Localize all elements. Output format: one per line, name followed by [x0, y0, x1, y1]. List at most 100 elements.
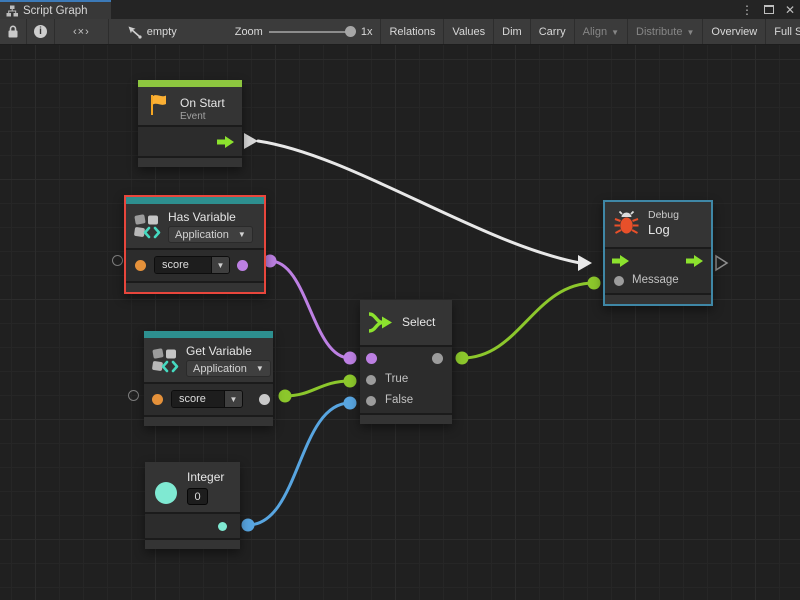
- flow-output-arrow-icon[interactable]: [686, 254, 704, 268]
- node-footer: [360, 415, 452, 424]
- wire-integer-to-select-false-endpoint-0[interactable]: [242, 519, 255, 532]
- node-title: Log: [648, 222, 670, 237]
- variable-scope-dropdown[interactable]: Application▼: [186, 360, 271, 377]
- values-button[interactable]: Values: [444, 19, 494, 44]
- node-footer: [138, 158, 242, 167]
- zoom-value: 1x: [361, 26, 373, 38]
- flag-icon: [149, 94, 169, 116]
- window-maximize-icon[interactable]: [764, 5, 774, 14]
- node-select[interactable]: Select True False: [360, 300, 452, 424]
- zoom-slider-handle[interactable]: [345, 26, 356, 37]
- chevron-down-icon: ▼: [611, 28, 619, 37]
- wire-getvariable-to-select-true-endpoint-1[interactable]: [344, 375, 357, 388]
- info-icon: i: [34, 25, 47, 38]
- chevron-down-icon: ▼: [224, 391, 242, 407]
- zoom-label: Zoom: [235, 26, 263, 38]
- node-has-variable[interactable]: Has Variable Application▼ score ▼: [124, 195, 266, 294]
- false-input-port[interactable]: [366, 396, 376, 406]
- pointer-icon: [127, 25, 142, 39]
- code-preview-button[interactable]: ‹×›: [55, 19, 109, 44]
- node-integer[interactable]: Integer 0: [145, 462, 240, 549]
- node-title: Integer: [187, 470, 224, 484]
- onstart-flow-output-port[interactable]: [244, 133, 258, 149]
- node-title: On Start: [180, 96, 225, 110]
- carry-button[interactable]: Carry: [531, 19, 575, 44]
- tab-title: Script Graph: [23, 5, 88, 17]
- overview-button[interactable]: Overview: [703, 19, 766, 44]
- debuglog-flow-output-port[interactable]: [716, 256, 727, 270]
- relations-button[interactable]: Relations: [381, 19, 444, 44]
- node-title: Select: [402, 315, 435, 329]
- node-title-namespace: Debug: [648, 209, 679, 221]
- false-port-label: False: [385, 394, 413, 406]
- chevron-down-icon: ▼: [256, 364, 264, 373]
- node-get-variable[interactable]: Get Variable Application▼ score ▼: [144, 331, 273, 426]
- variable-scope-dropdown[interactable]: Application▼: [168, 226, 253, 243]
- variables-icon: [134, 213, 161, 239]
- align-dropdown[interactable]: Align▼: [575, 19, 628, 44]
- wire-getvariable-to-select-true[interactable]: [285, 381, 350, 396]
- window-titlebar: Script Graph ⋮ ✕: [0, 0, 800, 19]
- dim-button[interactable]: Dim: [494, 19, 531, 44]
- flow-input-arrow-icon[interactable]: [612, 254, 630, 268]
- hasvariable-null-input-port[interactable]: [112, 255, 123, 266]
- tab-script-graph[interactable]: Script Graph: [0, 0, 111, 19]
- zoom-slider-track[interactable]: [269, 31, 355, 33]
- selection-mode-indicator[interactable]: empty: [119, 19, 185, 44]
- wire-select-to-debuglog-message-endpoint-0[interactable]: [456, 352, 469, 365]
- zoom-control: Zoom 1x: [227, 19, 381, 44]
- node-footer: [126, 283, 264, 292]
- integer-output-port[interactable]: [218, 522, 227, 531]
- graph-canvas[interactable]: On Start Event Has Variable Application▼: [0, 45, 800, 600]
- bug-icon: [614, 210, 639, 237]
- node-on-start[interactable]: On Start Event: [138, 80, 242, 167]
- boolean-output-port[interactable]: [237, 260, 248, 271]
- getvariable-null-input-port[interactable]: [128, 390, 139, 401]
- node-subtitle: Event: [180, 111, 206, 122]
- variables-icon: [152, 347, 179, 373]
- selection-output-port[interactable]: [432, 353, 443, 364]
- true-input-port[interactable]: [366, 375, 376, 385]
- wire-hasvariable-to-select[interactable]: [270, 261, 350, 358]
- flow-output-arrow-icon[interactable]: [217, 135, 235, 149]
- message-input-port[interactable]: [614, 276, 624, 286]
- angle-brackets-icon: ‹×›: [73, 26, 90, 38]
- lock-button[interactable]: [0, 19, 27, 44]
- wire-select-to-debuglog-message[interactable]: [462, 283, 594, 358]
- wire-integer-to-select-false-endpoint-1[interactable]: [344, 397, 357, 410]
- integer-type-icon: [155, 482, 177, 504]
- wire-hasvariable-to-select-endpoint-1[interactable]: [344, 352, 357, 365]
- message-port-label: Message: [632, 274, 679, 286]
- node-title: Get Variable: [186, 344, 252, 358]
- chevron-down-icon: ▼: [686, 28, 694, 37]
- debuglog-flow-input-arrowhead[interactable]: [578, 255, 592, 271]
- event-color-strip: [138, 80, 242, 87]
- node-title: Has Variable: [168, 210, 236, 224]
- true-port-label: True: [385, 373, 408, 385]
- variable-name-input-port[interactable]: [152, 394, 163, 405]
- selection-status-label: empty: [147, 26, 177, 38]
- node-footer: [145, 540, 240, 549]
- full-screen-button[interactable]: Full Screen: [766, 19, 800, 44]
- integer-value-field[interactable]: 0: [187, 488, 208, 505]
- condition-input-port[interactable]: [366, 353, 377, 364]
- variable-color-strip: [144, 331, 273, 338]
- variable-name-dropdown[interactable]: score ▼: [154, 256, 230, 274]
- inspector-button[interactable]: i: [27, 19, 55, 44]
- window-menu-icon[interactable]: ⋮: [741, 4, 753, 16]
- variable-name-dropdown[interactable]: score ▼: [171, 390, 243, 408]
- wire-onstart-to-debuglog[interactable]: [258, 141, 580, 263]
- wire-getvariable-to-select-true-endpoint-0[interactable]: [279, 390, 292, 403]
- variable-color-strip: [126, 197, 264, 204]
- graph-toolbar: i ‹×› empty Zoom 1x Relations Values Dim…: [0, 19, 800, 45]
- node-footer: [144, 417, 273, 426]
- value-output-port[interactable]: [259, 394, 270, 405]
- select-merge-icon: [367, 311, 395, 334]
- variable-name-input-port[interactable]: [135, 260, 146, 271]
- chevron-down-icon: ▼: [211, 257, 229, 273]
- window-close-icon[interactable]: ✕: [785, 4, 795, 16]
- wire-select-to-debuglog-message-endpoint-1[interactable]: [588, 277, 601, 290]
- node-debug-log[interactable]: Debug Log Message: [603, 200, 713, 306]
- chevron-down-icon: ▼: [238, 230, 246, 239]
- distribute-dropdown[interactable]: Distribute▼: [628, 19, 703, 44]
